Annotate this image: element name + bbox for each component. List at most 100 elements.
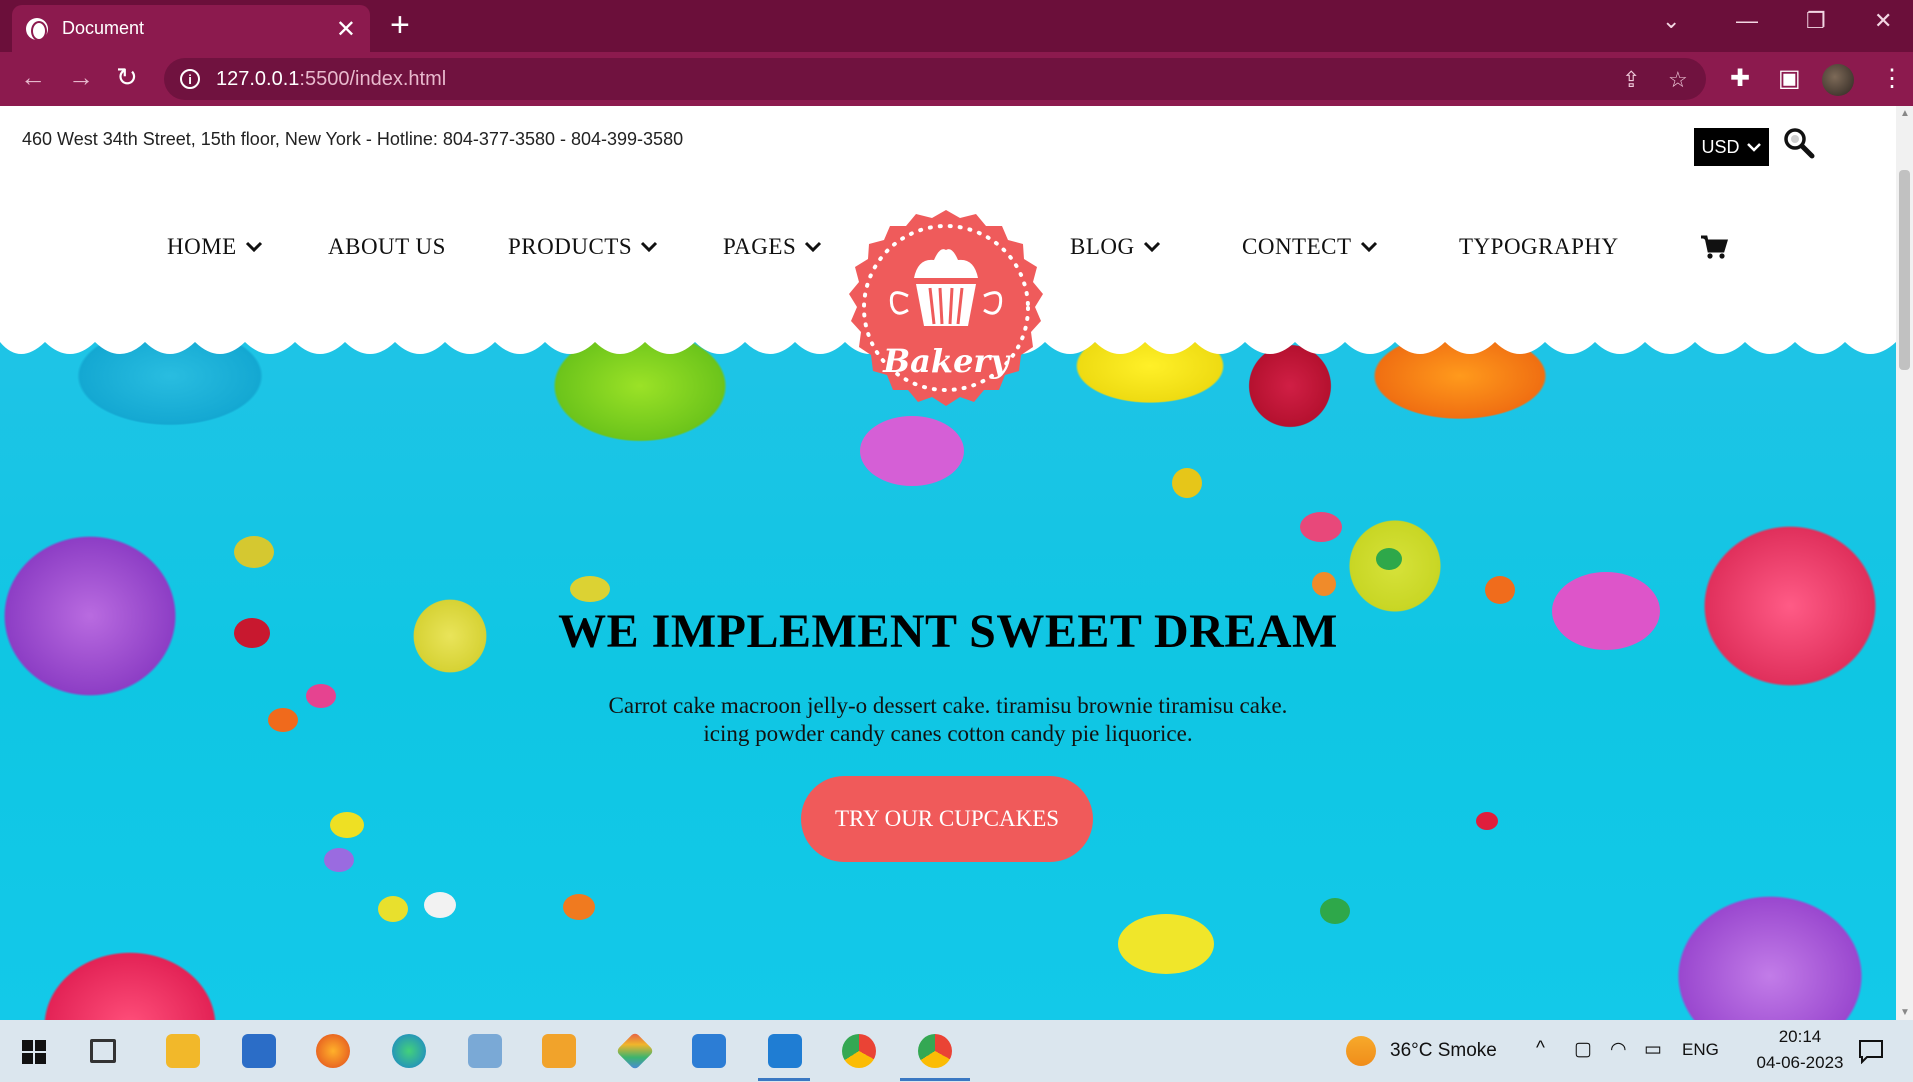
restore-button[interactable]: ❐ (1806, 8, 1826, 34)
confetti-dot (1300, 512, 1342, 542)
minimize-button[interactable]: — (1736, 8, 1758, 34)
site-info-icon[interactable]: i (180, 69, 200, 89)
bookmark-star-icon[interactable]: ☆ (1668, 67, 1688, 93)
new-tab-button[interactable]: + (390, 6, 410, 45)
hero-description: Carrot cake macroon jelly-o dessert cake… (0, 692, 1896, 748)
logo-text: Bakery (882, 342, 1011, 380)
hero-banner (0, 336, 1896, 1020)
page-viewport: 460 West 34th Street, 15th floor, New Yo… (0, 106, 1896, 1020)
mail-icon[interactable] (692, 1034, 726, 1068)
nav-pages-label: PAGES (723, 234, 797, 259)
firefox-icon[interactable] (316, 1034, 350, 1068)
confetti-dot (378, 896, 408, 922)
show-hidden-icons-chevron-icon[interactable]: ^ (1536, 1038, 1545, 1060)
task-view-icon[interactable] (90, 1039, 116, 1063)
confetti-dot (330, 812, 364, 838)
browser-tab-strip: Document ✕ + ⌄ — ❐ ✕ (0, 0, 1913, 52)
url-path: :5500/index.html (299, 67, 447, 90)
scroll-down-arrow-icon[interactable]: ▼ (1900, 1007, 1910, 1018)
close-window-button[interactable]: ✕ (1874, 8, 1892, 34)
confetti-dot (570, 576, 610, 602)
cart-icon[interactable] (1700, 234, 1728, 260)
currency-select[interactable]: USD (1694, 128, 1769, 166)
confetti-dot (1485, 576, 1515, 604)
confetti-dot (1376, 548, 1402, 570)
active-app-indicator (900, 1078, 970, 1081)
weather-icon (1346, 1036, 1376, 1066)
git-icon[interactable] (615, 1031, 655, 1071)
nav-pages[interactable]: PAGES (723, 234, 822, 260)
windows-start-icon[interactable] (22, 1040, 46, 1064)
currency-value: USD (1701, 136, 1740, 157)
bakery-logo[interactable]: Bakery (834, 206, 1058, 430)
profile-avatar[interactable] (1822, 64, 1854, 96)
confetti-dot (1320, 898, 1350, 924)
browser-toolbar: ← → ↻ i 127.0.0.1:5500/index.html ⇪ ☆ ✚ … (0, 52, 1913, 106)
clock-time[interactable]: 20:14 (1760, 1027, 1840, 1047)
wifi-icon[interactable]: ◠ (1610, 1038, 1627, 1061)
hero-description-line-2: icing powder candy canes cotton candy pi… (703, 721, 1193, 746)
confetti-dot (1312, 572, 1336, 596)
nav-products-label: PRODUCTS (508, 234, 633, 259)
search-icon[interactable] (1782, 126, 1816, 160)
weather-text[interactable]: 36°C Smoke (1390, 1040, 1497, 1062)
hero-description-line-1: Carrot cake macroon jelly-o dessert cake… (608, 693, 1288, 718)
browser-tab[interactable]: Document ✕ (12, 5, 370, 52)
tab-search-chevron-icon[interactable]: ⌄ (1662, 8, 1680, 34)
chevron-down-icon (1143, 241, 1160, 253)
confetti-dot (563, 894, 595, 920)
edge-icon[interactable] (392, 1034, 426, 1068)
windows-taskbar: 36°C Smoke ^ ▢ ◠ ▭ ENG 20:14 04-06-2023 (0, 1020, 1913, 1082)
scroll-up-arrow-icon[interactable]: ▲ (1900, 108, 1910, 119)
page-scrollbar[interactable]: ▲ ▼ (1896, 106, 1913, 1020)
address-bar[interactable]: i 127.0.0.1:5500/index.html ⇪ ☆ (164, 58, 1706, 100)
confetti-dot (234, 536, 274, 568)
chrome-icon[interactable] (842, 1034, 876, 1068)
nav-typography[interactable]: TYPOGRAPHY (1459, 234, 1619, 260)
language-indicator[interactable]: ENG (1682, 1040, 1719, 1060)
nav-home-label: HOME (167, 234, 237, 259)
nav-contect[interactable]: CONTECT (1242, 234, 1378, 260)
chevron-down-icon (245, 241, 262, 253)
nav-home[interactable]: HOME (167, 234, 263, 260)
hero-title: WE IMPLEMENT SWEET DREAM (558, 605, 1338, 658)
url-host: 127.0.0.1 (216, 67, 300, 90)
contact-info: 460 West 34th Street, 15th floor, New Yo… (22, 129, 684, 149)
nav-contect-label: CONTECT (1242, 234, 1352, 259)
try-our-cupcakes-button[interactable]: TRY OUR CUPCAKES (801, 776, 1093, 862)
microsoft-store-icon[interactable] (242, 1034, 276, 1068)
clock-date[interactable]: 04-06-2023 (1738, 1053, 1862, 1073)
confetti-dot (1172, 468, 1202, 498)
chevron-down-icon (1360, 241, 1377, 253)
nav-products[interactable]: PRODUCTS (508, 234, 658, 260)
back-button[interactable]: ← (20, 62, 46, 93)
nav-blog-label: BLOG (1070, 234, 1135, 259)
confetti-dot (1476, 812, 1498, 830)
close-tab-icon[interactable]: ✕ (336, 15, 356, 44)
share-icon[interactable]: ⇪ (1622, 67, 1640, 93)
chevron-down-icon (641, 241, 658, 253)
vscode-icon[interactable] (768, 1034, 802, 1068)
nav-about-label: ABOUT US (328, 234, 446, 259)
confetti-dot (1118, 914, 1214, 974)
meet-now-icon[interactable]: ▢ (1574, 1038, 1592, 1061)
browser-menu-icon[interactable]: ⋮ (1880, 64, 1904, 93)
scrollbar-thumb[interactable] (1899, 170, 1910, 370)
battery-icon[interactable]: ▭ (1644, 1038, 1662, 1061)
chevron-down-icon (805, 241, 822, 253)
nav-about-us[interactable]: ABOUT US (328, 234, 446, 260)
chrome-profile-icon[interactable] (918, 1034, 952, 1068)
sublime-text-icon[interactable] (542, 1034, 576, 1068)
side-panel-icon[interactable]: ▣ (1778, 64, 1801, 93)
notifications-icon[interactable] (1858, 1038, 1884, 1064)
nav-blog[interactable]: BLOG (1070, 234, 1161, 260)
file-explorer-icon[interactable] (166, 1034, 200, 1068)
forward-button[interactable]: → (68, 62, 94, 93)
tab-title: Document (62, 18, 145, 38)
reload-button[interactable]: ↻ (116, 62, 138, 93)
confetti-dot (424, 892, 456, 918)
nav-typography-label: TYPOGRAPHY (1459, 234, 1619, 259)
extensions-puzzle-icon[interactable]: ✚ (1730, 64, 1750, 93)
remote-desktop-icon[interactable] (468, 1034, 502, 1068)
confetti-dot (324, 848, 354, 872)
